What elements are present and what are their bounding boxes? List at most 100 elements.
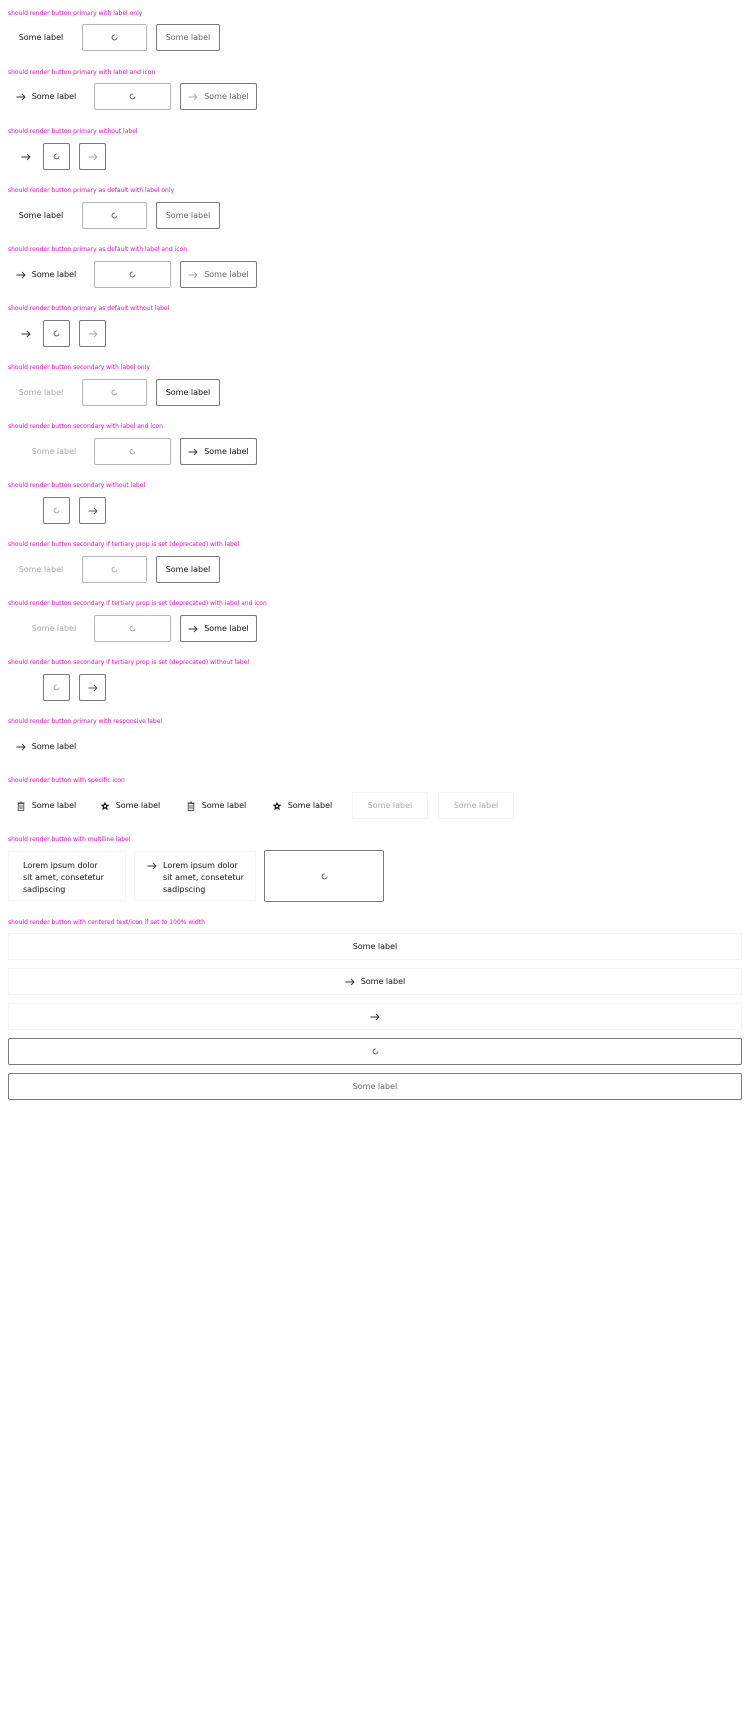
disabled-ghost-button[interactable]: Some label xyxy=(352,792,428,819)
secondary-icon-button[interactable] xyxy=(79,674,106,701)
loading-icon-button[interactable] xyxy=(43,143,70,170)
arrow-right-icon xyxy=(88,506,98,516)
star-button[interactable]: Some label xyxy=(98,792,162,819)
disabled-icon-button[interactable] xyxy=(79,143,106,170)
loading-spinner-icon xyxy=(128,92,138,102)
arrow-right-icon xyxy=(188,270,198,280)
loading-button[interactable] xyxy=(94,438,171,465)
button-label: Some label xyxy=(287,801,333,810)
full-width-icon-button[interactable]: Some label xyxy=(8,968,742,995)
disabled-ghost-button[interactable]: Some label xyxy=(438,792,514,819)
button-label: Some label xyxy=(31,624,77,633)
button-label: Some label xyxy=(352,1082,398,1091)
loading-icon-button[interactable] xyxy=(43,674,70,701)
button-label: Lorem ipsum dolor sit amet, consetetur s… xyxy=(23,861,104,894)
primary-icon-button[interactable] xyxy=(12,143,39,170)
section-title: should render button primary with label … xyxy=(8,10,143,17)
arrow-right-icon xyxy=(345,977,355,987)
star-button[interactable]: Some label xyxy=(270,792,334,819)
full-width-loading-button[interactable] xyxy=(8,1038,742,1065)
arrow-right-icon xyxy=(370,1012,380,1022)
loading-spinner-icon xyxy=(52,152,62,162)
section-title: should render button with multiline labe… xyxy=(8,836,131,843)
primary-button[interactable]: Some label xyxy=(14,202,68,229)
primary-button[interactable]: Some label xyxy=(14,24,68,51)
arrow-right-icon xyxy=(88,329,98,339)
secondary-framed-button[interactable]: Some label xyxy=(180,615,257,642)
delete-icon xyxy=(16,801,26,811)
loading-spinner-icon xyxy=(110,211,120,221)
button-label: Some label xyxy=(18,33,64,42)
button-label: Some label xyxy=(201,801,247,810)
multiline-icon-button[interactable]: Lorem ipsum dolor sit amet, consetetur s… xyxy=(134,851,256,901)
secondary-framed-button[interactable]: Some label xyxy=(156,556,220,583)
full-width-button[interactable]: Some label xyxy=(8,933,742,960)
loading-button[interactable] xyxy=(94,83,171,110)
section-title: should render button secondary with labe… xyxy=(8,423,163,430)
loading-spinner-icon xyxy=(128,447,138,457)
arrow-right-icon xyxy=(16,270,26,280)
button-label: Lorem ipsum dolor sit amet, consetetur s… xyxy=(163,861,244,894)
button-label: Some label xyxy=(204,447,249,456)
disabled-button[interactable]: Some label xyxy=(156,202,220,229)
section-title: should render button secondary if tertia… xyxy=(8,600,267,607)
primary-icon-button[interactable] xyxy=(12,320,39,347)
responsive-button[interactable]: Some label xyxy=(14,733,78,760)
primary-button[interactable]: Some label xyxy=(14,261,78,288)
loading-multiline-button[interactable] xyxy=(264,850,384,902)
secondary-button[interactable]: Some label xyxy=(14,556,68,583)
arrow-right-icon xyxy=(188,447,198,457)
test-page: { "sections": [ {"id": "s1", "title": "s… xyxy=(0,0,750,1715)
secondary-button[interactable]: Some label xyxy=(14,379,68,406)
secondary-icon-button[interactable] xyxy=(79,497,106,524)
button-label: Some label xyxy=(18,565,64,574)
arrow-right-icon xyxy=(188,92,198,102)
loading-icon-button[interactable] xyxy=(43,497,70,524)
primary-button[interactable]: Some label xyxy=(14,83,78,110)
button-label: Some label xyxy=(352,942,398,951)
secondary-framed-button[interactable]: Some label xyxy=(156,379,220,406)
loading-button[interactable] xyxy=(94,261,171,288)
full-width-disabled-button[interactable]: Some label xyxy=(8,1073,742,1100)
button-label: Some label xyxy=(31,270,77,279)
multiline-button[interactable]: Lorem ipsum dolor sit amet, consetetur s… xyxy=(8,851,126,901)
button-label: Some label xyxy=(115,801,161,810)
button-label: Some label xyxy=(165,565,211,574)
loading-spinner-icon xyxy=(128,624,138,634)
button-label: Some label xyxy=(31,801,77,810)
full-width-icon-only-button[interactable] xyxy=(8,1003,742,1030)
arrow-right-icon xyxy=(16,742,26,752)
section-title: should render button primary with respon… xyxy=(8,718,163,725)
loading-button[interactable] xyxy=(82,202,147,229)
star-icon xyxy=(272,801,282,811)
disabled-button[interactable]: Some label xyxy=(180,83,257,110)
loading-spinner-icon xyxy=(52,329,62,339)
loading-spinner-icon xyxy=(370,1047,380,1057)
secondary-framed-button[interactable]: Some label xyxy=(180,438,257,465)
secondary-button[interactable]: Some label xyxy=(14,438,78,465)
disabled-icon-button[interactable] xyxy=(79,320,106,347)
section-title: should render button secondary without l… xyxy=(8,482,146,489)
delete-icon xyxy=(186,801,196,811)
loading-spinner-icon xyxy=(110,388,120,398)
loading-spinner-icon xyxy=(319,871,329,881)
disabled-button[interactable]: Some label xyxy=(156,24,220,51)
loading-button[interactable] xyxy=(82,379,147,406)
disabled-button[interactable]: Some label xyxy=(180,261,257,288)
loading-spinner-icon xyxy=(110,565,120,575)
button-label: Some label xyxy=(18,388,64,397)
section-title: should render button primary as default … xyxy=(8,305,170,312)
section-title: should render button primary without lab… xyxy=(8,128,138,135)
delete-button[interactable]: Some label xyxy=(184,792,248,819)
delete-button[interactable]: Some label xyxy=(14,792,78,819)
arrow-right-icon xyxy=(16,92,26,102)
loading-button[interactable] xyxy=(82,24,147,51)
section-title: should render button secondary if tertia… xyxy=(8,659,250,666)
arrow-right-icon xyxy=(21,152,31,162)
secondary-button[interactable]: Some label xyxy=(14,615,78,642)
section-title: should render button secondary with labe… xyxy=(8,364,150,371)
loading-button[interactable] xyxy=(82,556,147,583)
loading-spinner-icon xyxy=(128,270,138,280)
loading-button[interactable] xyxy=(94,615,171,642)
loading-icon-button[interactable] xyxy=(43,320,70,347)
